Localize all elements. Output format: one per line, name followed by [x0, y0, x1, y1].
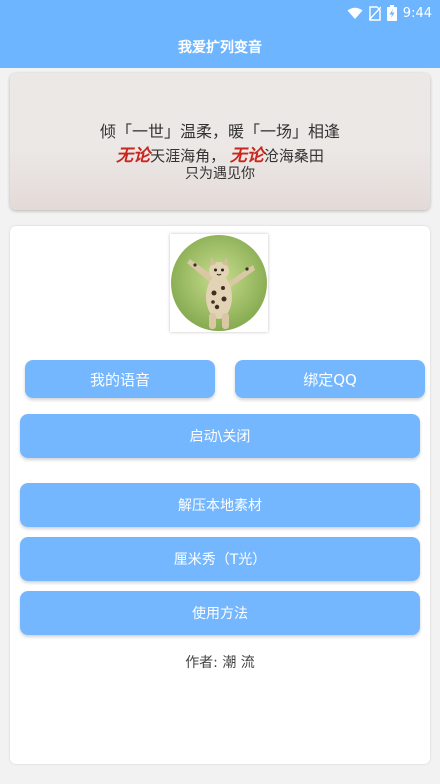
bind-qq-button[interactable]: 绑定QQ [235, 360, 425, 398]
cat-avatar-image [171, 235, 267, 331]
usage-button[interactable]: 使用方法 [20, 591, 420, 635]
wifi-icon [347, 7, 363, 20]
banner-line-1: 倾「一世」温柔，暖「一场」相逢 [99, 122, 340, 141]
banner-line-3: 只为遇见你 [185, 166, 255, 182]
app-title: 我爱扩列变音 [178, 40, 262, 56]
author-label: 作者: 潮 流 [185, 655, 255, 671]
battery-charging-icon [386, 5, 397, 21]
status-time: 9:44 [402, 5, 432, 21]
my-voice-button[interactable]: 我的语音 [25, 360, 215, 398]
no-sim-icon [368, 5, 381, 21]
extract-materials-button[interactable]: 解压本地素材 [20, 483, 420, 527]
status-bar: 9:44 [0, 0, 440, 26]
centimeter-show-button[interactable]: 厘米秀（T光） [20, 537, 420, 581]
toggle-button[interactable]: 启动\关闭 [20, 414, 420, 458]
avatar[interactable] [170, 234, 268, 332]
app-bar: 我爱扩列变音 [0, 26, 440, 68]
banner-image: 倾「一世」温柔，暖「一场」相逢 无论天涯海角， 无论沧海桑田 只为遇见你 [10, 73, 430, 210]
main-card: 我的语音 绑定QQ 启动\关闭 解压本地素材 厘米秀（T光） 使用方法 作者: … [10, 226, 430, 764]
